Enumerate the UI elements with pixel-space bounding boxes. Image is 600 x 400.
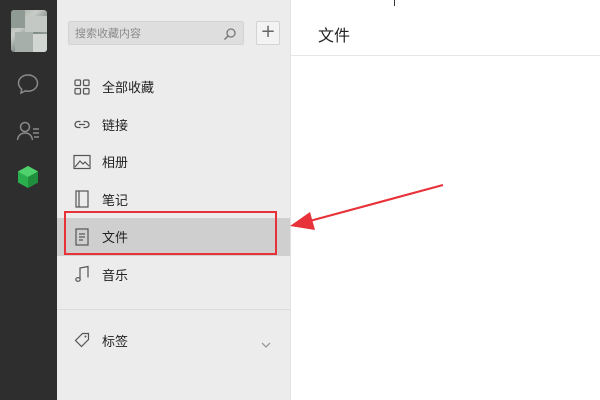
music-icon xyxy=(72,264,92,284)
menu-item-all[interactable]: 全部收藏 xyxy=(57,68,290,106)
menu-item-notes[interactable]: 笔记 xyxy=(57,181,290,219)
menu-item-album[interactable]: 相册 xyxy=(57,143,290,181)
text-caret xyxy=(394,0,395,6)
menu-item-label: 相册 xyxy=(102,156,129,172)
menu-item-links[interactable]: 链接 xyxy=(57,106,290,144)
tag-icon xyxy=(72,330,92,350)
search-input[interactable] xyxy=(69,22,225,44)
tags-section[interactable]: 标签 xyxy=(57,322,290,358)
content-header: 文件 xyxy=(291,0,600,56)
panel-divider xyxy=(57,309,290,310)
menu-item-music[interactable]: 音乐 xyxy=(57,256,290,294)
tags-label: 标签 xyxy=(102,334,129,350)
grid-icon xyxy=(72,77,92,97)
menu-item-label: 全部收藏 xyxy=(102,81,155,97)
search-icon[interactable] xyxy=(223,26,237,45)
notebook-icon xyxy=(72,189,92,209)
add-button[interactable]: + xyxy=(256,21,280,45)
file-icon xyxy=(72,227,92,247)
chat-icon[interactable] xyxy=(14,70,42,98)
avatar[interactable] xyxy=(11,10,47,52)
menu-item-label: 文件 xyxy=(102,231,129,247)
contacts-icon[interactable] xyxy=(14,117,42,145)
search-box xyxy=(68,21,244,45)
page-title: 文件 xyxy=(318,26,351,45)
left-rail xyxy=(0,0,57,400)
menu-item-label: 链接 xyxy=(102,118,129,134)
chevron-down-icon[interactable] xyxy=(260,334,272,353)
content-area: 文件 xyxy=(291,0,600,400)
favorites-cube-icon[interactable] xyxy=(14,163,42,191)
menu-item-label: 音乐 xyxy=(102,268,129,284)
menu-item-files[interactable]: 文件 xyxy=(57,218,290,256)
collections-panel: + 全部收藏 链接 xyxy=(57,0,291,400)
link-icon xyxy=(72,114,92,134)
image-icon xyxy=(72,152,92,172)
menu-item-label: 笔记 xyxy=(102,193,129,209)
category-menu: 全部收藏 链接 相册 笔记 文件 音乐 xyxy=(57,68,290,293)
